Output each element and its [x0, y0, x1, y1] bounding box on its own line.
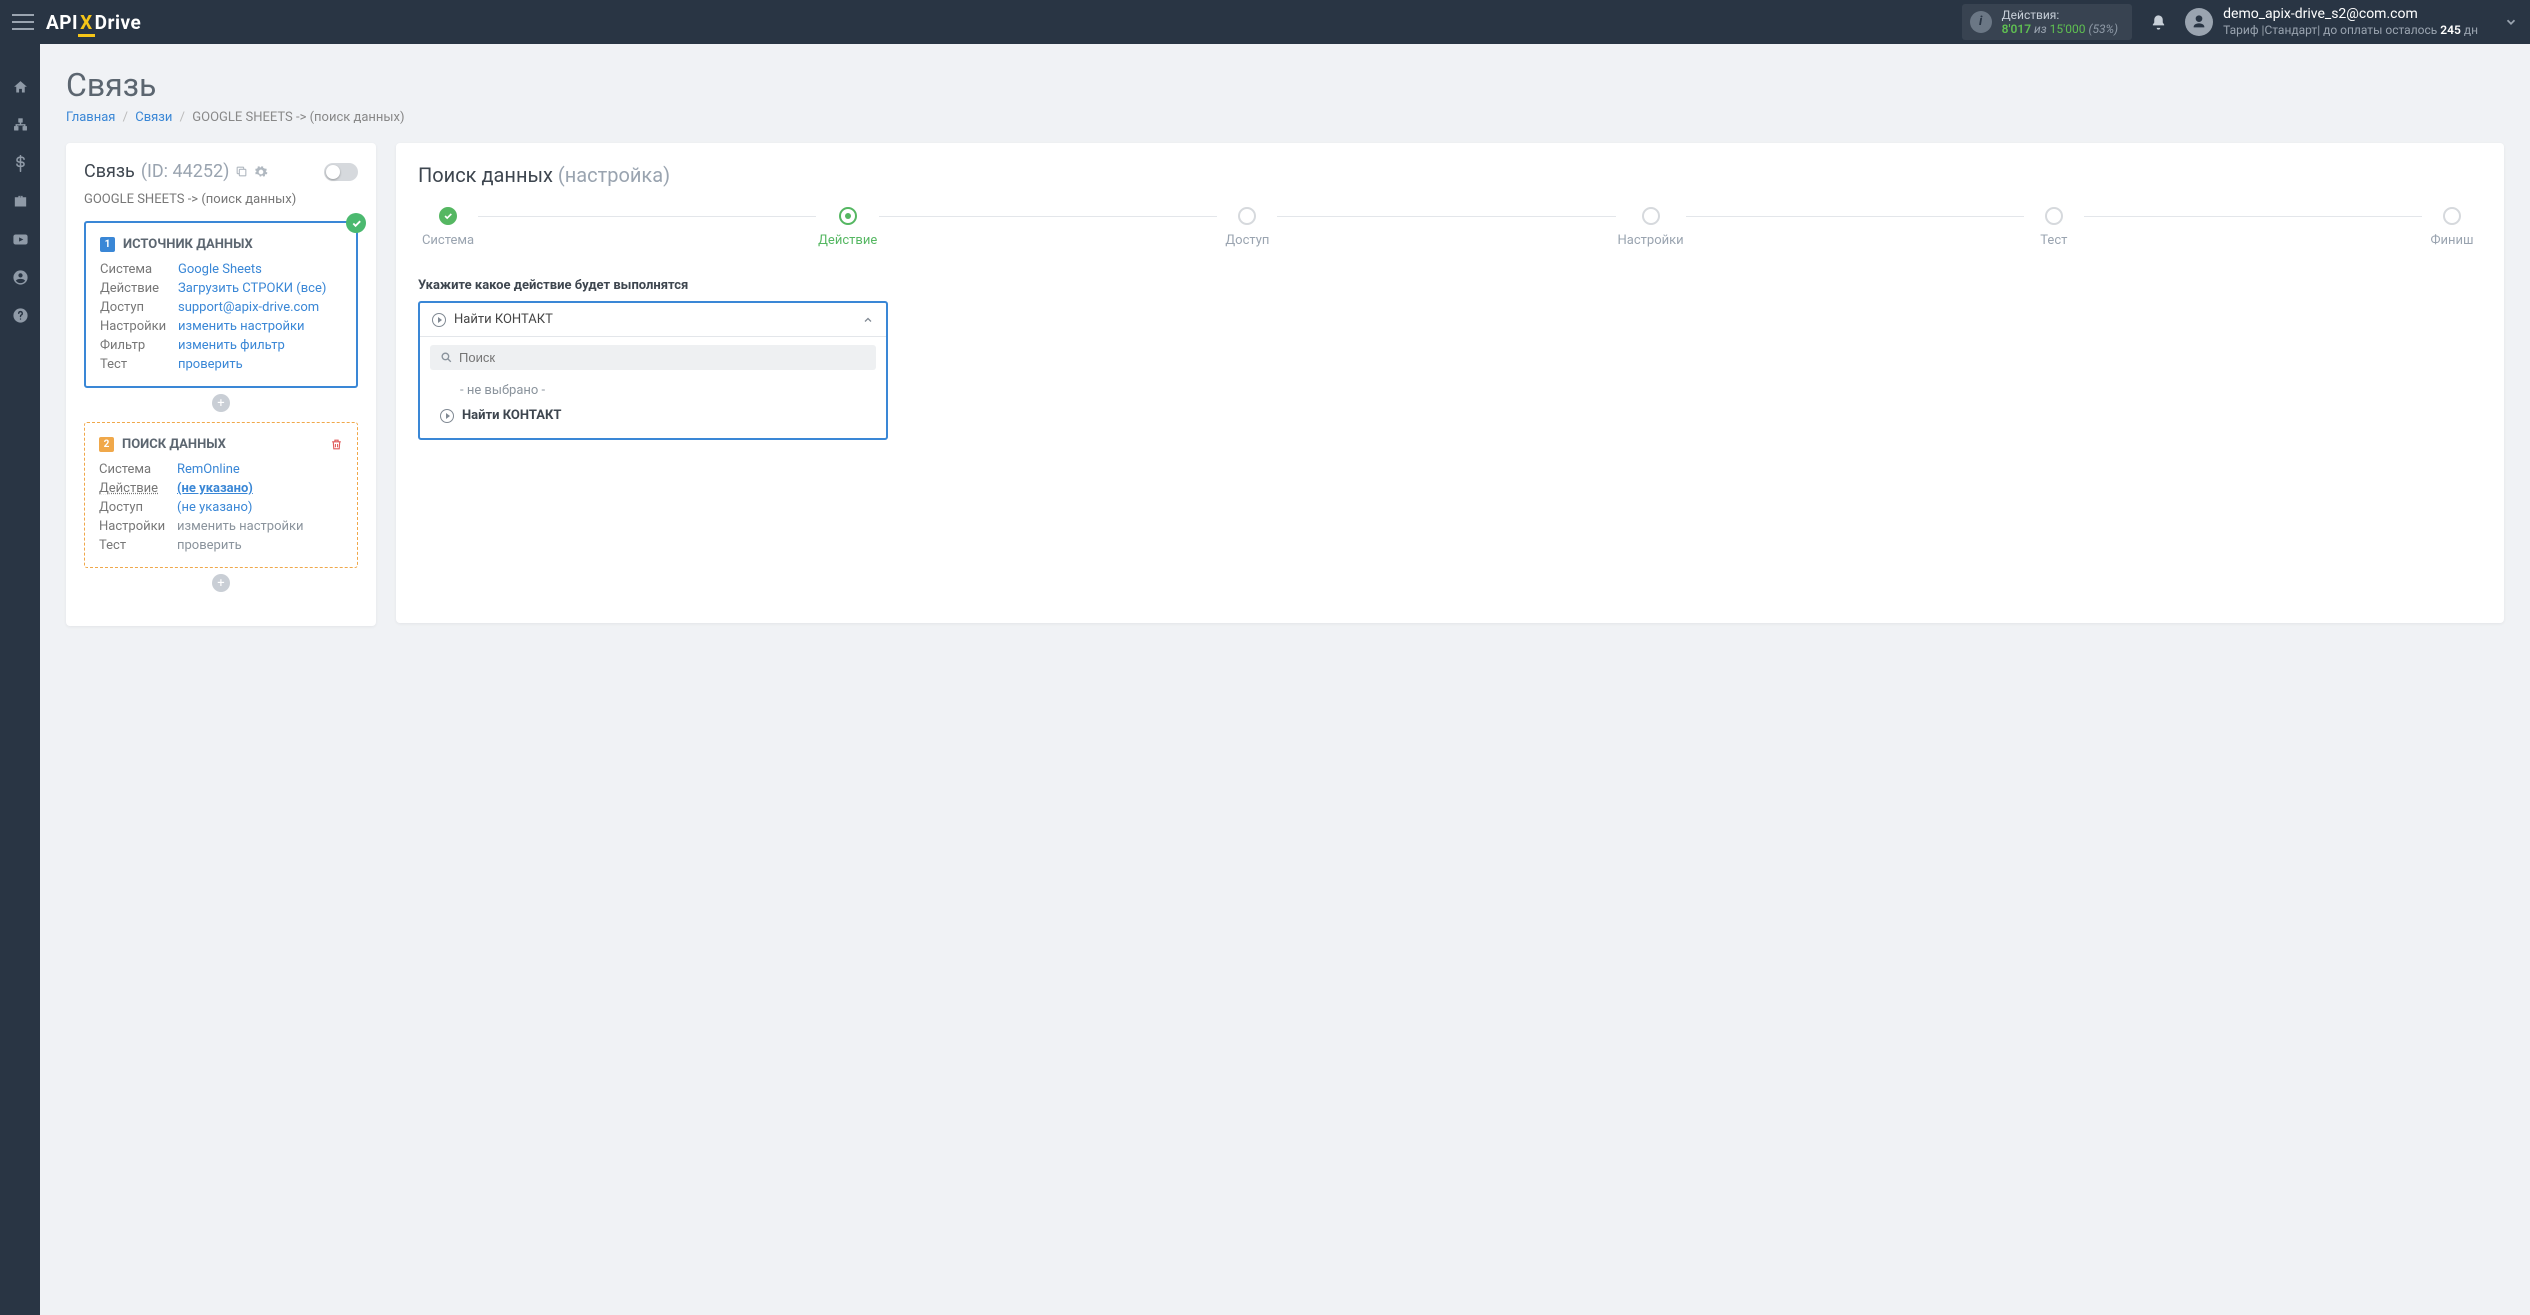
- actions-values: 8'017 из 15'000 (53%): [2002, 22, 2118, 36]
- search-title: ПОИСК ДАННЫХ: [122, 437, 226, 452]
- step-test[interactable]: Тест: [2024, 207, 2084, 248]
- check-icon: [346, 213, 366, 233]
- briefcase-icon[interactable]: [11, 192, 29, 210]
- brand-api: API: [46, 11, 78, 34]
- chevron-up-icon: [862, 314, 874, 326]
- user-icon[interactable]: [11, 268, 29, 286]
- add-step-button[interactable]: +: [212, 394, 230, 412]
- source-system[interactable]: Google Sheets: [178, 262, 342, 277]
- brand-x: X: [80, 11, 93, 34]
- step-finish[interactable]: Финиш: [2422, 207, 2482, 248]
- menu-toggle-icon[interactable]: [12, 14, 34, 30]
- step-number-1: 1: [100, 237, 115, 252]
- play-icon: [440, 409, 454, 423]
- step-system[interactable]: Система: [418, 207, 478, 248]
- sidebar: [0, 44, 40, 1315]
- step-number-2: 2: [99, 437, 114, 452]
- user-plan: Тариф |Стандарт| до оплаты осталось 245 …: [2223, 23, 2478, 38]
- search-test: проверить: [177, 538, 343, 553]
- source-test[interactable]: проверить: [178, 357, 342, 372]
- source-action[interactable]: Загрузить СТРОКИ (все): [178, 281, 342, 296]
- dropdown-search[interactable]: [430, 345, 876, 370]
- option-find-contact[interactable]: Найти КОНТАКТ: [430, 403, 876, 428]
- brand-logo[interactable]: API X Drive: [46, 11, 141, 34]
- source-box[interactable]: 1 ИСТОЧНИК ДАННЫХ СистемаGoogle Sheets Д…: [84, 221, 358, 388]
- sitemap-icon[interactable]: [11, 116, 29, 134]
- config-title: Поиск данных (настройка): [418, 163, 2482, 187]
- config-panel: Поиск данных (настройка) Система Действи…: [396, 143, 2504, 623]
- home-icon[interactable]: [11, 78, 29, 96]
- breadcrumb: Главная / Связи / GOOGLE SHEETS -> (поис…: [66, 110, 2504, 125]
- source-access[interactable]: support@apix-drive.com: [178, 300, 342, 315]
- connection-panel: Связь (ID: 44252) GOOGLE SHEETS -> (поис…: [66, 143, 376, 626]
- connection-title: Связь (ID: 44252): [84, 161, 268, 182]
- copy-icon[interactable]: [235, 165, 248, 178]
- connection-toggle[interactable]: [324, 163, 358, 181]
- action-dropdown: Найти КОНТАКТ - не выбрано -: [418, 301, 888, 440]
- option-none[interactable]: - не выбрано -: [430, 378, 876, 403]
- chevron-down-icon[interactable]: [2504, 15, 2518, 29]
- step-settings[interactable]: Настройки: [1616, 207, 1686, 248]
- youtube-icon[interactable]: [11, 230, 29, 248]
- help-icon[interactable]: [11, 306, 29, 324]
- search-settings: изменить настройки: [177, 519, 343, 534]
- info-icon: i: [1970, 11, 1992, 33]
- action-field-label: Укажите какое действие будет выполнятся: [418, 278, 2482, 293]
- topbar: API X Drive i Действия: 8'017 из 15'000 …: [0, 0, 2530, 44]
- actions-label: Действия:: [2002, 8, 2118, 22]
- avatar-icon: [2185, 8, 2213, 36]
- crumb-current: GOOGLE SHEETS -> (поиск данных): [192, 110, 404, 125]
- bell-icon[interactable]: [2150, 14, 2167, 31]
- dropdown-search-input[interactable]: [459, 350, 866, 365]
- user-email: demo_apix-drive_s2@com.com: [2223, 6, 2478, 24]
- dropdown-selected: Найти КОНТАКТ: [454, 312, 854, 327]
- dropdown-toggle[interactable]: Найти КОНТАКТ: [420, 303, 886, 336]
- source-filter[interactable]: изменить фильтр: [178, 338, 342, 353]
- step-action[interactable]: Действие: [816, 207, 879, 248]
- gear-icon[interactable]: [254, 165, 268, 179]
- search-box[interactable]: 2 ПОИСК ДАННЫХ СистемаRemOnline Действие…: [84, 422, 358, 568]
- stepper: Система Действие Доступ Настройки Тест: [418, 207, 2482, 248]
- dollar-icon[interactable]: [11, 154, 29, 172]
- source-settings[interactable]: изменить настройки: [178, 319, 342, 334]
- add-step-button-2[interactable]: +: [212, 574, 230, 592]
- crumb-home[interactable]: Главная: [66, 110, 115, 125]
- source-title: ИСТОЧНИК ДАННЫХ: [123, 237, 253, 252]
- page-title: Связь: [66, 66, 2504, 104]
- actions-counter[interactable]: i Действия: 8'017 из 15'000 (53%): [1962, 4, 2132, 41]
- user-block[interactable]: demo_apix-drive_s2@com.com Тариф |Станда…: [2185, 6, 2478, 39]
- trash-icon[interactable]: [330, 438, 343, 451]
- crumb-links[interactable]: Связи: [135, 110, 172, 125]
- play-icon: [432, 313, 446, 327]
- search-system[interactable]: RemOnline: [177, 462, 343, 477]
- connection-subtitle: GOOGLE SHEETS -> (поиск данных): [84, 192, 358, 207]
- page-body: Связь Главная / Связи / GOOGLE SHEETS ->…: [40, 44, 2530, 1315]
- search-icon: [440, 351, 453, 364]
- brand-drive: Drive: [95, 11, 142, 34]
- search-action[interactable]: (не указано): [177, 481, 343, 496]
- search-access[interactable]: (не указано): [177, 500, 343, 515]
- step-access[interactable]: Доступ: [1217, 207, 1277, 248]
